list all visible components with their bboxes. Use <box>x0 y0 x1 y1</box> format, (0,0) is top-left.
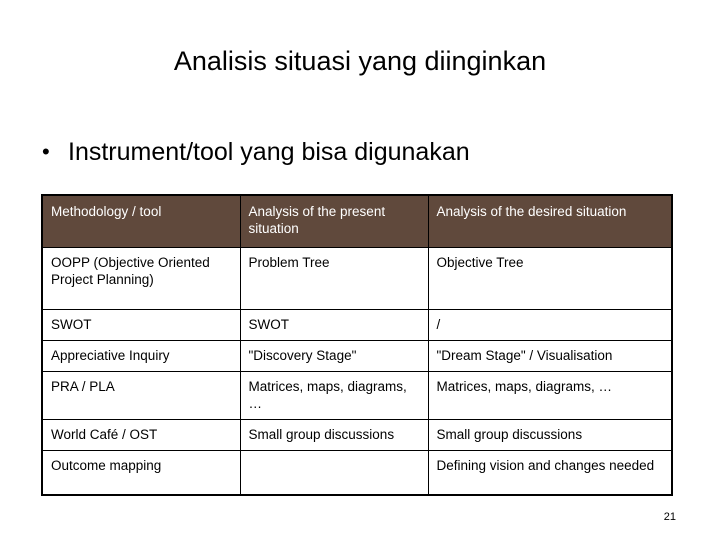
slide-canvas: Analisis situasi yang diinginkan • Instr… <box>0 0 720 540</box>
page-title: Analisis situasi yang diinginkan <box>173 46 547 76</box>
cell-present-situation <box>239 449 429 496</box>
slide-number: 21 <box>663 511 676 523</box>
cell-methodology: SWOT <box>41 308 241 341</box>
table-row: OOPP (Objective Oriented Project Plannin… <box>41 246 673 310</box>
bullet-item-label: Instrument/tool yang bisa digunakan <box>68 138 470 166</box>
table-row: Outcome mapping Defining vision and chan… <box>41 449 673 496</box>
cell-desired-situation: / <box>427 308 673 341</box>
cell-desired-situation: Matrices, maps, diagrams, … <box>427 370 673 420</box>
methodology-table: Methodology / tool Analysis of the prese… <box>41 194 673 496</box>
cell-methodology: PRA / PLA <box>41 370 241 420</box>
cell-desired-situation: Objective Tree <box>427 246 673 310</box>
list-item: • Instrument/tool yang bisa digunakan <box>38 136 686 168</box>
cell-present-situation: Matrices, maps, diagrams, … <box>239 370 429 420</box>
column-header-present-situation: Analysis of the present situation <box>239 194 429 248</box>
cell-methodology: Outcome mapping <box>41 449 241 496</box>
cell-methodology: Appreciative Inquiry <box>41 339 241 372</box>
bullet-point-icon: • <box>42 139 50 164</box>
table-row: PRA / PLA Matrices, maps, diagrams, … Ma… <box>41 370 673 420</box>
table-row: World Café / OST Small group discussions… <box>41 418 673 451</box>
cell-desired-situation: Small group discussions <box>427 418 673 451</box>
cell-present-situation: Small group discussions <box>239 418 429 451</box>
cell-present-situation: "Discovery Stage" <box>239 339 429 372</box>
cell-desired-situation: "Dream Stage" / Visualisation <box>427 339 673 372</box>
column-header-methodology: Methodology / tool <box>41 194 241 248</box>
cell-present-situation: Problem Tree <box>239 246 429 310</box>
table-row: SWOT SWOT / <box>41 308 673 341</box>
cell-methodology: OOPP (Objective Oriented Project Plannin… <box>41 246 241 310</box>
table-row: Appreciative Inquiry "Discovery Stage" "… <box>41 339 673 372</box>
cell-desired-situation: Defining vision and changes needed <box>427 449 673 496</box>
cell-methodology: World Café / OST <box>41 418 241 451</box>
bullet-list: • Instrument/tool yang bisa digunakan <box>38 136 686 168</box>
methodology-table-container: Methodology / tool Analysis of the prese… <box>41 194 673 496</box>
cell-present-situation: SWOT <box>239 308 429 341</box>
table-header-row: Methodology / tool Analysis of the prese… <box>41 194 673 248</box>
column-header-desired-situation: Analysis of the desired situation <box>427 194 673 248</box>
